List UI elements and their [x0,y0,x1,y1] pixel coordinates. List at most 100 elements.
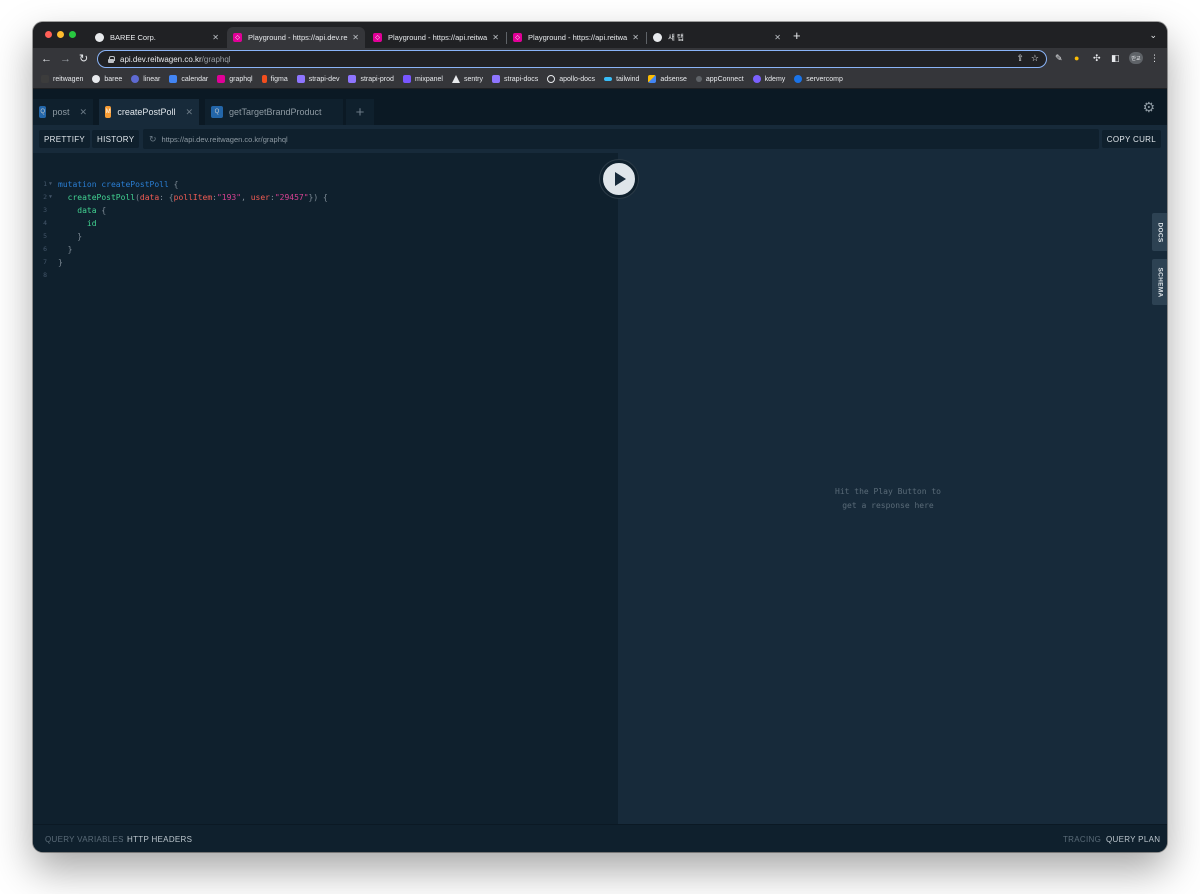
bookmark-servercomp[interactable]: servercomp [794,75,843,83]
bookmark-baree[interactable]: baree [92,75,122,83]
query-badge: Q [39,106,47,118]
extension-bulb-icon[interactable]: ● [1074,53,1079,63]
query-editor[interactable]: 1 ▼ mutation createPostPoll { 2 ▼ createPos… [33,153,618,824]
query-plan-tab[interactable]: QUERY PLAN [1106,835,1160,844]
bookmark-appconnect[interactable]: appConnect [695,76,744,83]
pen-icon[interactable]: ✎ [1055,53,1063,64]
query-variables-tab[interactable]: QUERY VARIABLES [45,835,124,844]
back-button[interactable]: ← [41,51,52,67]
forward-button[interactable]: → [60,51,71,67]
playground-topbar: PRETTIFY HISTORY ↻ https://api.dev.reitw… [33,125,1167,153]
bookmark-strapi-dev[interactable]: strapi-dev [296,75,339,83]
new-tab-button[interactable]: + [793,29,801,43]
close-window-button[interactable] [45,31,52,38]
history-button[interactable]: HISTORY [92,130,140,148]
close-icon[interactable]: ✕ [79,107,87,118]
code-line: 8 [43,271,47,279]
minimize-window-button[interactable] [57,31,64,38]
copy-curl-button[interactable]: COPY CURL [1101,130,1161,148]
bookmark-strapi-prod[interactable]: strapi-prod [348,75,394,83]
bookmark-strapi-docs[interactable]: strapi-docs [492,75,538,83]
tracing-tab[interactable]: TRACING [1063,835,1101,844]
code-line: 7} [43,258,63,267]
reload-button[interactable]: ↻ [79,51,88,67]
mutation-badge: M [105,106,112,118]
code-line: 1 ▼ mutation createPostPoll { [43,180,179,189]
playground-tab-bar: Q post ✕ M createPostPoll ✕ Q getTargetB… [33,89,1167,125]
graphql-icon: ◇ [513,33,522,42]
profile-avatar[interactable]: 반교 [1129,52,1143,64]
docs-tab[interactable]: DOCS [1152,213,1167,251]
fullscreen-window-button[interactable] [69,31,76,38]
strapi-icon [296,75,305,83]
github-icon [92,75,101,83]
bookmark-kdemy[interactable]: kdemy [752,75,785,83]
close-icon[interactable]: ✕ [185,107,193,118]
playground-bottom-bar: QUERY VARIABLES HTTP HEADERS TRACING QUE… [33,824,1167,852]
kebab-menu-icon[interactable]: ⋮ [1150,53,1159,64]
calendar-icon [169,75,178,83]
result-pane: Hit the Play Button to get a response he… [618,153,1167,824]
bookmark-tailwind[interactable]: tailwind [604,76,639,83]
schema-tab[interactable]: SCHEMA [1152,259,1167,305]
browser-window: BAREE Corp. ✕ ◇ Playground - https://api… [33,22,1167,852]
mixpanel-icon [402,75,411,83]
sentry-icon [451,75,460,83]
endpoint-url: https://api.dev.reitwagen.co.kr/graphql [161,134,288,144]
share-icon[interactable]: ⇪ [1016,53,1024,64]
browser-tab-baree[interactable]: BAREE Corp. ✕ [89,27,225,48]
bookmarks-bar: reitwagen baree linear calendar graphql … [33,70,1167,89]
playground-tab-post[interactable]: Q post ✕ [33,99,93,125]
endpoint-input[interactable]: ↻ https://api.dev.reitwagen.co.kr/graphq… [143,129,1099,149]
side-panel-icon[interactable]: ◧ [1111,53,1120,64]
bookmark-graphql[interactable]: graphql [217,75,253,83]
browser-tab-playground-2[interactable]: ◇ Playground - https://api.reitwa ✕ [367,27,505,48]
refresh-icon[interactable]: ↻ [149,134,157,145]
close-icon[interactable]: ✕ [492,33,499,42]
puzzle-icon[interactable]: ✣ [1093,53,1101,64]
prettify-button[interactable]: PRETTIFY [39,130,91,148]
strapi-icon [492,75,501,83]
adsense-icon [648,75,657,83]
playground-tab-gettargetbrandproduct[interactable]: Q getTargetBrandProduct [205,99,343,125]
bookmark-reitwagen[interactable]: reitwagen [41,75,83,83]
close-icon[interactable]: ✕ [774,33,781,42]
close-icon[interactable]: ✕ [632,33,639,42]
gear-icon[interactable]: ⚙ [1142,99,1155,116]
code-line: 4 id [43,219,97,228]
address-bar[interactable]: api.dev.reitwagen.co.kr/graphql ⇪ ☆ [97,50,1047,68]
add-tab-button[interactable]: + [346,99,374,125]
http-headers-tab[interactable]: HTTP HEADERS [127,835,192,844]
graphql-playground: Q post ✕ M createPostPoll ✕ Q getTargetB… [33,89,1167,852]
browser-tab-title: Playground - https://api.dev.re [248,33,348,42]
bookmark-sentry[interactable]: sentry [451,75,483,83]
playground-tab-label: getTargetBrandProduct [229,107,322,117]
browser-tab-new[interactable]: 새 탭 ✕ [647,27,787,48]
bookmark-calendar[interactable]: calendar [169,75,208,83]
result-placeholder: Hit the Play Button to get a response he… [835,487,941,510]
apollo-icon [547,75,556,83]
browser-tab-title: Playground - https://api.reitwa [388,33,488,42]
chevron-down-icon[interactable]: ⌄ [1149,30,1157,41]
code-line: 3 data { [43,206,107,215]
linear-icon [131,75,140,83]
browser-tab-playground-3[interactable]: ◇ Playground - https://api.reitwa ✕ [507,27,645,48]
tailwind-icon [604,77,613,81]
bookmark-apollo-docs[interactable]: apollo-docs [547,75,595,83]
figma-icon [261,75,267,83]
execute-query-button[interactable] [600,160,638,198]
browser-tab-playground-dev[interactable]: ◇ Playground - https://api.dev.re ✕ [227,27,365,48]
bookmark-mixpanel[interactable]: mixpanel [402,75,443,83]
bookmark-adsense[interactable]: adsense [648,75,687,83]
star-icon[interactable]: ☆ [1031,53,1039,64]
close-icon[interactable]: ✕ [352,33,359,42]
lock-icon [108,55,115,63]
bookmark-figma[interactable]: figma [261,75,288,83]
browser-toolbar: ← → ↻ api.dev.reitwagen.co.kr/graphql ⇪ … [33,48,1167,70]
code-line: 6 } [43,245,73,254]
close-icon[interactable]: ✕ [212,33,219,42]
playground-tab-createpostpoll[interactable]: M createPostPoll ✕ [99,99,199,125]
bookmark-icon [41,75,49,83]
url-host: api.dev.reitwagen.co.kr [120,54,202,64]
bookmark-linear[interactable]: linear [131,75,160,83]
